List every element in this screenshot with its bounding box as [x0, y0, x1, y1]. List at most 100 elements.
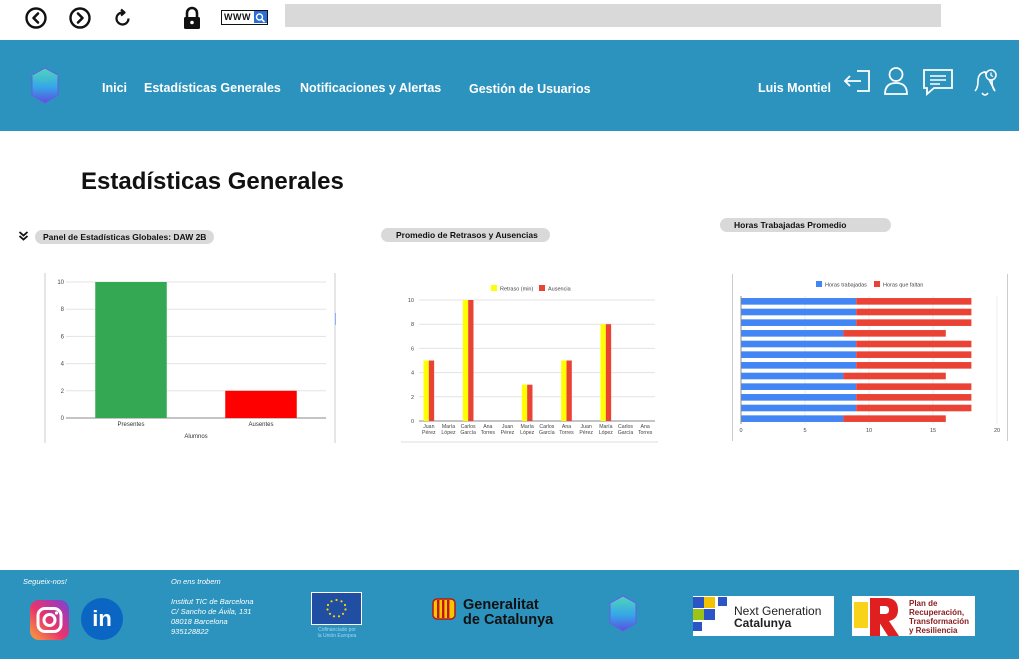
nav-link-estadisticas[interactable]: Estadísticas Generales	[144, 81, 281, 95]
bar	[741, 319, 857, 326]
where-label: On ens trobem	[171, 577, 221, 586]
bar	[843, 415, 946, 422]
footer: Segueix-nos! On ens trobem in Institut T…	[0, 570, 1019, 659]
x-tick-label: 5	[803, 428, 806, 434]
y-tick-label: 8	[61, 307, 65, 313]
www-icon: WWW	[221, 10, 268, 25]
y-tick-label: 10	[408, 298, 414, 304]
www-label: WWW	[224, 12, 251, 22]
next-generation-line: Catalunya	[734, 616, 792, 630]
y-tick-label: 4	[61, 362, 65, 368]
plan-text: Plan de Recuperación, Transformación y R…	[909, 599, 969, 635]
address-line: 08018 Barcelona	[171, 617, 228, 626]
bar	[856, 308, 972, 316]
bar	[741, 351, 857, 358]
x-tick-label: López	[520, 430, 535, 436]
legend-swatch	[816, 281, 822, 287]
bar	[605, 324, 612, 421]
attendance-chart: 0 2 4 6 8 10 Presentes Ausentes Alumnos	[44, 273, 336, 443]
bar	[741, 298, 857, 305]
next-generation-text: Next Generation Catalunya	[734, 605, 821, 629]
plan-line: Plan de	[909, 599, 938, 608]
next-generation-squares	[693, 597, 727, 631]
x-tick-label: Torres	[559, 430, 574, 436]
x-tick-label: García	[460, 430, 476, 436]
x-axis-label: Alumnos	[184, 434, 207, 440]
x-tick-label: Pérez	[501, 430, 515, 436]
bar	[225, 390, 297, 418]
legend-label: Ausencia	[548, 287, 572, 293]
hours-chart-card: Horas trabajadas Horas que faltan 0 5 10 15 20	[732, 274, 1008, 441]
plan-line: Recuperación,	[909, 608, 965, 617]
generalitat-line: de Catalunya	[463, 611, 554, 628]
bar	[741, 340, 857, 348]
bell-icon[interactable]	[970, 66, 1000, 103]
plan-line: Transformación	[909, 617, 970, 626]
y-tick-label: 8	[411, 322, 414, 328]
eu-flag-logo	[311, 592, 362, 625]
bar	[468, 300, 474, 421]
footer-app-logo	[608, 595, 638, 638]
y-tick-label: 6	[411, 346, 414, 352]
next-generation-logo: Next Generation Catalunya	[693, 596, 834, 636]
panel-label: Panel de Estadísticas Globales: DAW 2B	[35, 230, 215, 244]
x-tick-label: Presentes	[117, 422, 144, 428]
bar	[856, 362, 972, 369]
generalitat-text: Generalitat de Catalunya	[463, 598, 553, 627]
url-bar[interactable]	[285, 4, 941, 27]
user-icon[interactable]	[882, 66, 910, 101]
legend-swatch	[491, 285, 497, 291]
legend-swatch	[874, 281, 880, 287]
bar	[741, 362, 857, 369]
instagram-icon[interactable]	[30, 600, 69, 640]
bar	[856, 404, 972, 412]
x-tick-label: 0	[739, 428, 742, 434]
collapse-chevron-icon[interactable]	[18, 228, 29, 246]
app-logo[interactable]	[30, 67, 60, 110]
bar	[566, 360, 572, 421]
logout-icon[interactable]	[843, 66, 873, 101]
plan-recuperacion-logo: Plan de Recuperación, Transformación y R…	[852, 596, 975, 636]
x-tick-label: 15	[930, 428, 936, 434]
bar	[856, 319, 972, 326]
chat-icon[interactable]	[922, 68, 954, 101]
bar	[843, 330, 946, 337]
back-icon[interactable]	[24, 6, 48, 30]
delays-chart-card: Retraso (min) Ausencia 0 2 4 6 8 10 Juan Pérez Mar…	[401, 277, 658, 443]
forward-icon[interactable]	[68, 6, 92, 30]
y-tick-label: 10	[57, 280, 64, 286]
bar	[428, 360, 435, 421]
y-tick-label: 0	[61, 416, 65, 422]
y-tick-label: 2	[411, 395, 414, 401]
y-tick-label: 2	[61, 389, 65, 395]
page-title: Estadísticas Generales	[81, 168, 344, 195]
x-tick-label: Pérez	[422, 430, 436, 436]
nav-link-notificaciones[interactable]: Notificaciones y Alertas	[300, 81, 441, 95]
eu-caption: Cofinanciado por la Unión Europea	[309, 627, 365, 639]
resize-handle[interactable]	[335, 313, 336, 325]
plan-line: y Resiliencia	[909, 626, 958, 635]
address-line: C/ Sancho de Ávila, 131	[171, 607, 252, 616]
browser-bar: WWW	[0, 0, 1019, 40]
bar	[462, 300, 469, 421]
lock-icon	[180, 6, 204, 30]
x-tick-label: Torres	[638, 430, 653, 436]
bar	[741, 330, 844, 337]
legend-label: Horas trabajadas	[825, 283, 867, 289]
delays-chart: Retraso (min) Ausencia0246810JuanPérezMar…	[401, 285, 658, 443]
bar	[741, 372, 844, 380]
nav-link-gestion-usuarios[interactable]: Gestión de Usuarios	[469, 82, 591, 96]
nav-link-inici[interactable]: Inici	[102, 81, 127, 95]
attendance-chart-card: 0 2 4 6 8 10 Presentes Ausentes Alumnos	[44, 273, 336, 443]
bar	[95, 282, 167, 418]
reload-icon[interactable]	[111, 6, 135, 30]
y-tick-label: 6	[61, 334, 65, 340]
linkedin-icon[interactable]: in	[81, 598, 123, 640]
x-tick-label: Ausentes	[248, 422, 273, 428]
x-tick-label: García	[618, 430, 634, 436]
x-tick-label: López	[441, 430, 456, 436]
top-navbar: Inici Estadísticas Generales Notificacio…	[0, 40, 1019, 131]
x-tick-label: García	[539, 430, 555, 436]
address-block: Institut TIC de Barcelona C/ Sancho de Á…	[171, 597, 254, 637]
x-tick-label: Torres	[481, 430, 496, 436]
